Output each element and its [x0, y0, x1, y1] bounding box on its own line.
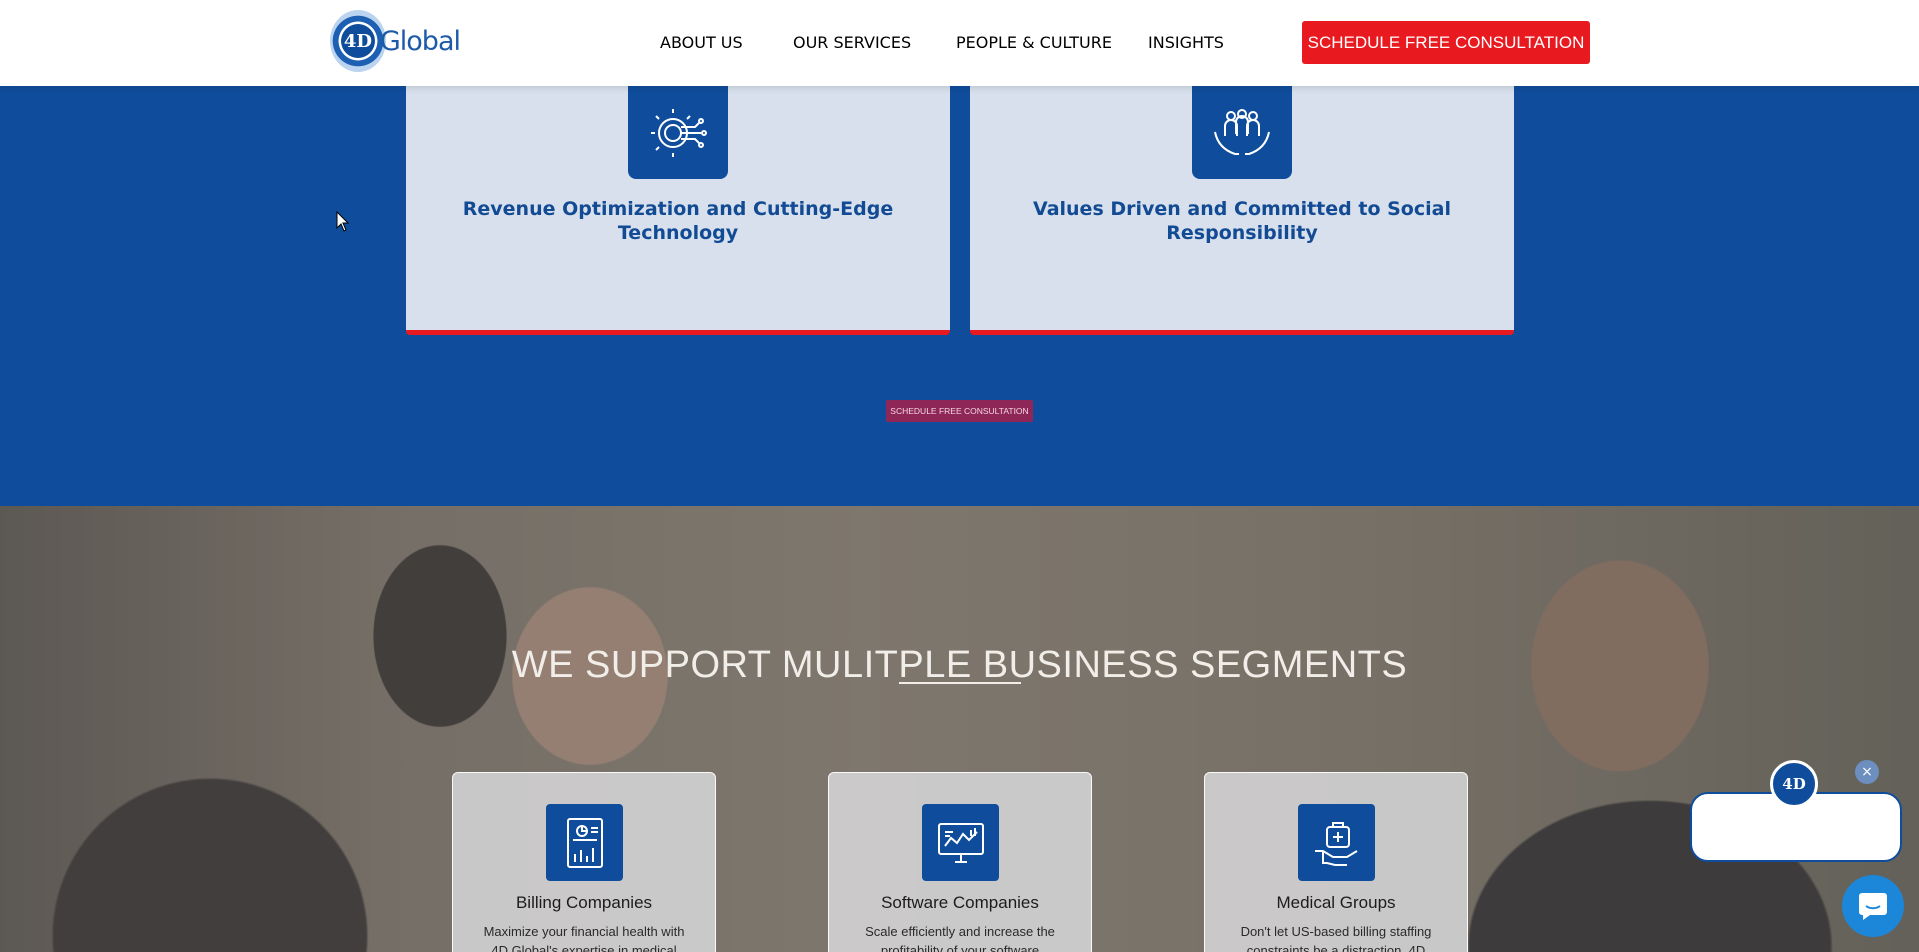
- segments-section: WE SUPPORT MULITPLE BUSINESS SEGMENTS Bi…: [0, 506, 1919, 952]
- nav-people-culture[interactable]: PEOPLE & CULTURE: [956, 33, 1112, 52]
- logo-text: Global: [379, 25, 461, 57]
- nav-about-us[interactable]: ABOUT US: [660, 33, 743, 52]
- chat-avatar: 4D: [1770, 760, 1818, 808]
- segment-title: Billing Companies: [515, 893, 653, 912]
- logo[interactable]: 4D Global: [330, 8, 461, 74]
- segment-description: Maximize your financial health with 4D G…: [483, 924, 685, 952]
- chat-icon: [1859, 893, 1887, 920]
- segments-heading: WE SUPPORT MULITPLE BUSINESS SEGMENTS: [511, 644, 1408, 686]
- nav-insights[interactable]: INSIGHTS: [1148, 33, 1224, 52]
- chat-launcher-button[interactable]: [1842, 875, 1904, 937]
- site-header: 4D Global ABOUT US OUR SERVICES PEOPLE &…: [0, 0, 1919, 86]
- schedule-consultation-button-small[interactable]: SCHEDULE FREE CONSULTATION: [886, 400, 1033, 422]
- value-card-values: Values Driven and Committed to Social Re…: [970, 86, 1514, 335]
- schedule-consultation-button[interactable]: SCHEDULE FREE CONSULTATION: [1302, 21, 1590, 64]
- close-icon[interactable]: ×: [1855, 760, 1879, 784]
- segment-description: Scale efficiently and increase the profi…: [865, 924, 1055, 952]
- value-card-title: Values Driven and Committed to Social Re…: [1033, 198, 1451, 244]
- segment-title: Software Companies: [881, 893, 1039, 912]
- values-section: Revenue Optimization and Cutting-Edge Te…: [0, 86, 1919, 506]
- gear-circuit-icon: [628, 86, 728, 179]
- monitor-chart-icon: [922, 804, 999, 881]
- segment-title: Medical Groups: [1276, 893, 1396, 912]
- value-card-revenue: Revenue Optimization and Cutting-Edge Te…: [406, 86, 950, 335]
- mouse-cursor-icon: [336, 211, 350, 232]
- segment-card-medical[interactable]: Medical Groups Don't let US-based billin…: [1204, 772, 1468, 952]
- hands-people-icon: [1192, 86, 1292, 179]
- medical-bag-icon: [1298, 804, 1375, 881]
- logo-mark: 4D: [330, 10, 386, 72]
- nav-our-services[interactable]: OUR SERVICES: [793, 33, 911, 52]
- segment-card-billing[interactable]: Billing Companies Maximize your financia…: [452, 772, 716, 952]
- value-card-title: Revenue Optimization and Cutting-Edge Te…: [462, 198, 894, 244]
- report-chart-icon: [546, 804, 623, 881]
- segment-description: Don't let US-based billing staffing cons…: [1240, 924, 1432, 952]
- segment-card-software[interactable]: Software Companies Scale efficiently and…: [828, 772, 1092, 952]
